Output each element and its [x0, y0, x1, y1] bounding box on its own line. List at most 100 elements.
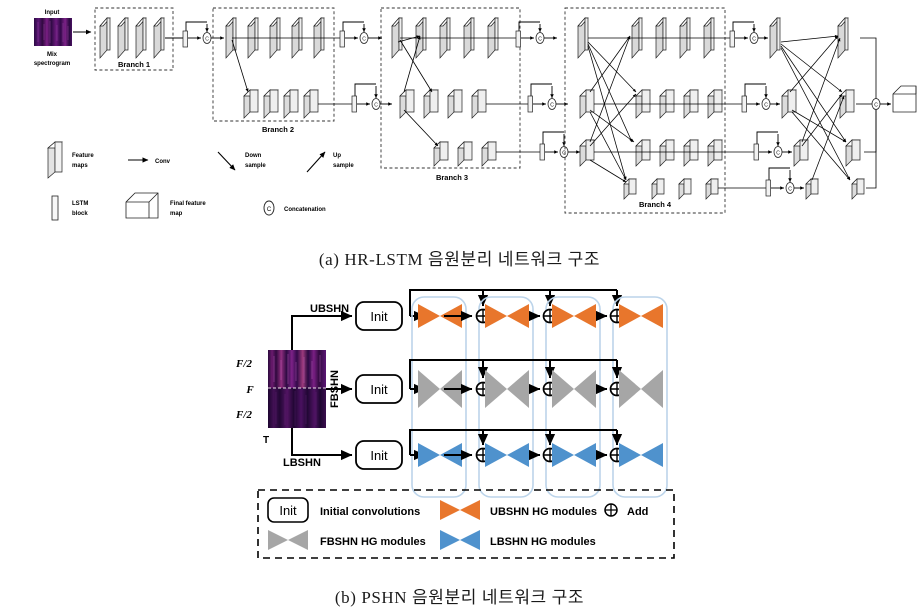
init-label-ubshn: Init: [370, 309, 388, 324]
legend-feature-maps-line1: Feature: [72, 153, 94, 159]
figure-b-pshn-diagram: F/2 F F/2 T UBSHN FBSHN LBSHN Init Init …: [0, 282, 919, 577]
svg-text:C: C: [874, 103, 878, 109]
svg-text:C: C: [550, 103, 554, 109]
fbshn-hg-icon-1: [418, 370, 440, 408]
pshn-input-spectrogram: F/2 F F/2 T: [235, 350, 326, 446]
branch-1-label: Branch 1: [118, 60, 150, 69]
lstm-block-icon: [729, 30, 735, 48]
lbshn-hg-icon-4: [619, 443, 641, 467]
legend-up-line1: Up: [333, 153, 341, 159]
legend-final-feature-map-icon: [125, 192, 159, 219]
lstm-block-icon: [765, 179, 771, 197]
branch-1-group: Branch 1: [94, 7, 186, 71]
lstm-block-icon: [741, 95, 747, 113]
caption-b: (b) PSHN 음원분리 네트워크 구조: [334, 588, 585, 607]
legend-feature-maps-icon: [47, 141, 63, 179]
ubshn-hg-icon-4: [619, 304, 641, 328]
svg-text:C: C: [205, 37, 209, 43]
lstm-block-icon: [339, 30, 345, 48]
input-sub-line1: Mix: [47, 52, 58, 58]
branch-3-label: Branch 3: [436, 173, 468, 182]
stream-row-lbshn: [409, 429, 663, 467]
input-sub-line2: spectrogram: [34, 61, 70, 67]
spectrogram-label-top: F/2: [235, 358, 252, 370]
branch-2-label: Branch 2: [262, 125, 294, 134]
stream-row-fbshn: [409, 359, 663, 408]
legend-lbshn-label: LBSHN HG modules: [490, 536, 596, 548]
svg-text:C: C: [764, 103, 768, 109]
legend-lstm-line2: block: [72, 211, 88, 217]
legend-fbshn-label: FBSHN HG modules: [320, 536, 426, 548]
fbshn-hg-icon-4: [619, 370, 641, 408]
ubshn-hg-icon-2: [485, 304, 507, 328]
stream-label-lbshn: LBSHN: [283, 457, 321, 469]
lstm-block-icon: [351, 95, 357, 113]
lstm-block-icon: [527, 95, 533, 113]
lstm-block-icon: [182, 30, 188, 48]
svg-text:C: C: [752, 37, 756, 43]
legend-down-line2: sample: [245, 163, 266, 169]
lbshn-hg-icon-1: [418, 443, 440, 467]
fbshn-hg-icon-3: [552, 370, 574, 408]
legend-lstm-block-icon: [51, 195, 59, 221]
branch-2-group: Branch 2: [212, 7, 352, 134]
ubshn-hg-icon-3: [552, 304, 574, 328]
branch-3-row3: [433, 141, 497, 167]
svg-text:C: C: [362, 37, 366, 43]
legend-conv-label: Conv: [155, 159, 171, 165]
lstm-block-icon: [515, 30, 521, 48]
legend-lbshn-hg-icon: [440, 530, 480, 550]
input-title: Input: [45, 10, 60, 16]
legend-up-sample-arrow-icon: [306, 151, 326, 173]
stream-label-ubshn: UBSHN: [310, 303, 349, 315]
legend-final-line2: map: [170, 211, 183, 217]
branch-4-row4: [623, 178, 719, 200]
init-label-lbshn: Init: [370, 448, 388, 463]
figure-b-legend: Init Initial convolutions UBSHN HG modul…: [257, 489, 675, 559]
spectrogram-label-bottom: F/2: [235, 409, 252, 421]
legend-ubshn-label: UBSHN HG modules: [490, 506, 597, 518]
ubshn-hg-icon-1: [418, 304, 440, 328]
legend-add-label: Add: [627, 506, 648, 518]
branch-4-label: Branch 4: [639, 200, 672, 209]
svg-text:C: C: [562, 151, 566, 157]
legend-up-line2: sample: [333, 163, 354, 169]
svg-text:C: C: [776, 151, 780, 157]
transition-1-group: C: [182, 21, 225, 48]
svg-text:C: C: [374, 103, 378, 109]
svg-text:C: C: [538, 37, 542, 43]
init-boxes: Init Init Init: [355, 301, 403, 470]
lstm-block-icon: [539, 143, 545, 161]
branch-2-row2: [243, 89, 319, 119]
legend-down-sample-arrow-icon: [217, 151, 236, 171]
svg-text:C: C: [788, 187, 792, 193]
lstm-block-icon: [753, 143, 759, 161]
legend-concat-label: Concatenation: [284, 207, 326, 213]
fbshn-hg-icon-2: [485, 370, 507, 408]
legend-add-icon: [604, 503, 618, 517]
legend-down-line1: Down: [245, 153, 262, 159]
spectrogram-label-middle: F: [245, 384, 254, 396]
input-spectrogram-image: [34, 18, 72, 46]
svg-text:C: C: [267, 207, 272, 213]
transition-2-group: C C: [339, 21, 393, 113]
legend-init-label: Initial convolutions: [320, 506, 420, 518]
input-spectrogram-group: Input Mix spectrogram: [34, 10, 92, 67]
final-feature-map-icon: [892, 85, 917, 113]
legend-final-line1: Final feature: [170, 201, 206, 207]
legend-feature-maps-line2: maps: [72, 163, 88, 169]
transition-3-group: C C C: [515, 21, 581, 161]
branch-4-row3: [579, 139, 723, 167]
lbshn-hg-icon-2: [485, 443, 507, 467]
legend-fbshn-hg-icon: [268, 530, 308, 550]
spectrogram-label-time: T: [263, 435, 269, 446]
branch-4-group: Branch 4: [564, 7, 766, 214]
final-fusion-group: C C C C C: [729, 17, 917, 200]
caption-a: (a) HR-LSTM 음원분리 네트워크 구조: [318, 250, 601, 269]
figure-a-hr-lstm-diagram: Input Mix spectrogram Branch 1 C Branch …: [0, 0, 919, 240]
init-label-fbshn: Init: [370, 382, 388, 397]
branch-3-row2: [399, 89, 487, 119]
figure-a-legend: Feature maps Conv Down sample Up sample …: [47, 141, 354, 221]
legend-lstm-line1: LSTM: [72, 201, 88, 207]
legend-init-text: Init: [279, 503, 297, 518]
